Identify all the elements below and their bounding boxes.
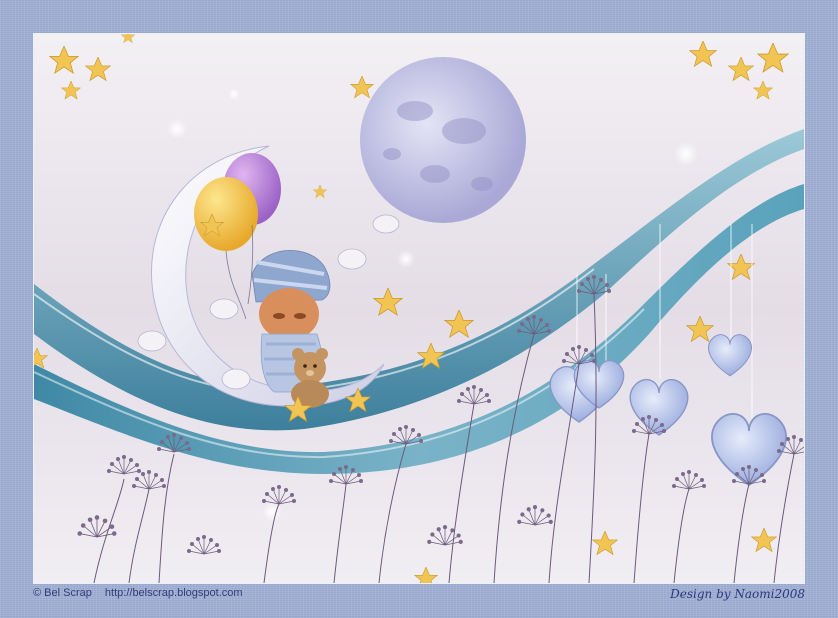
full-moon <box>360 57 526 223</box>
copyright-credit: © Bel Scrap http://belscrap.blogspot.com <box>33 587 243 599</box>
designer-signature: Design by Naomi2008 <box>670 587 805 601</box>
artwork-canvas <box>33 33 805 584</box>
url-text: http://belscrap.blogspot.com <box>104 587 243 599</box>
copyright-text: © Bel Scrap <box>33 587 92 599</box>
